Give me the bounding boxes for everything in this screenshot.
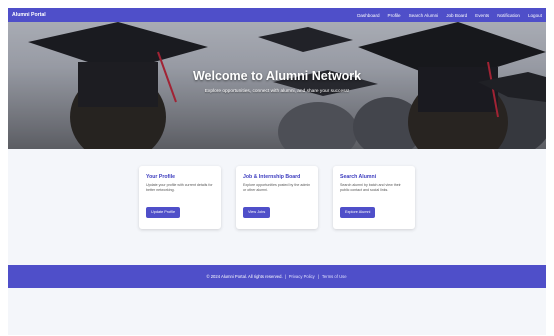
nav-link-search-alumni[interactable]: Search Alumni xyxy=(409,13,439,18)
card-description: Explore opportunities posted by the admi… xyxy=(243,183,311,193)
nav-link-dashboard[interactable]: Dashboard xyxy=(357,13,379,18)
nav-link-events[interactable]: Events xyxy=(475,13,489,18)
nav-link-profile[interactable]: Profile xyxy=(388,13,401,18)
card-profile: Your Profile Update your profile with cu… xyxy=(139,166,221,229)
footer-separator: | xyxy=(317,274,319,279)
view-jobs-button[interactable]: View Jobs xyxy=(243,206,271,218)
card-title: Search Alumni xyxy=(340,174,377,180)
hero-title: Welcome to Alumni Network xyxy=(192,69,362,83)
nav-link-job-board[interactable]: Job Board xyxy=(446,13,467,18)
page: Alumni Portal Dashboard Profile Search A… xyxy=(8,8,546,335)
brand-logo[interactable]: Alumni Portal xyxy=(12,12,46,18)
privacy-policy-link[interactable]: Privacy Policy xyxy=(289,274,315,279)
nav-link-notification[interactable]: Notification xyxy=(497,13,520,18)
hero-overlay xyxy=(8,22,546,149)
hero-subtitle: Explore opportunities, connect with alum… xyxy=(204,89,350,94)
hero-banner: Welcome to Alumni Network Explore opport… xyxy=(8,22,546,149)
card-title: Your Profile xyxy=(146,174,176,180)
nav-link-logout[interactable]: Logout xyxy=(528,13,542,18)
update-profile-button[interactable]: Update Profile xyxy=(146,206,181,218)
terms-of-use-link[interactable]: Terms of Use xyxy=(322,274,347,279)
card-search-alumni: Search Alumni Search alumni by batch and… xyxy=(333,166,415,229)
footer-copyright: © 2024 Alumni Portal. All rights reserve… xyxy=(206,274,283,279)
card-title: Job & Internship Board xyxy=(243,174,301,180)
footer-separator: | xyxy=(284,274,286,279)
card-job-board: Job & Internship Board Explore opportuni… xyxy=(236,166,318,229)
explore-alumni-button[interactable]: Explore Alumni xyxy=(340,206,376,218)
card-description: Update your profile with current details… xyxy=(146,183,213,193)
feature-cards: Your Profile Update your profile with cu… xyxy=(8,166,546,229)
navbar: Alumni Portal Dashboard Profile Search A… xyxy=(8,8,546,22)
card-description: Search alumni by batch and view their pu… xyxy=(340,183,401,193)
nav-links: Dashboard Profile Search Alumni Job Boar… xyxy=(357,13,542,18)
footer: © 2024 Alumni Portal. All rights reserve… xyxy=(8,265,546,288)
